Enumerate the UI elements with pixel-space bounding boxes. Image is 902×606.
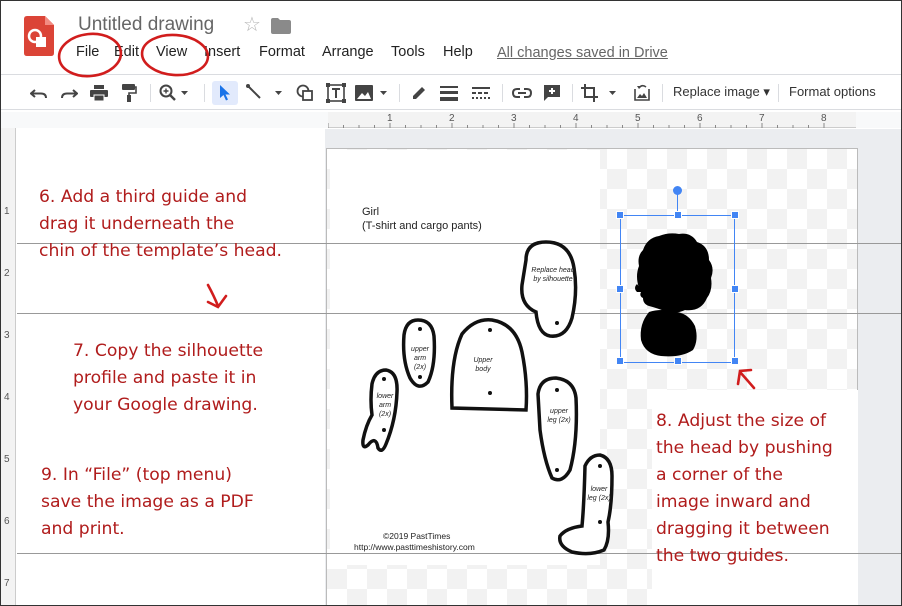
ruler-left-6: 6 [4, 516, 10, 527]
comment-icon[interactable] [540, 81, 564, 105]
line-weight-icon[interactable] [438, 81, 460, 105]
toolbar: Replace image ▾ Format options [0, 74, 902, 110]
template-title: Girl [362, 206, 380, 218]
step8-line6: the two guides. [656, 546, 789, 566]
label-head: Replace head by silhouette [531, 267, 575, 283]
label-lower-arm: lower arm (2x) [376, 393, 394, 418]
menu-format[interactable]: Format [259, 44, 305, 60]
resize-handle-nw[interactable] [616, 211, 624, 219]
ruler-top-1: 1 [387, 113, 393, 124]
save-status-link[interactable]: All changes saved in Drive [497, 45, 668, 61]
ruler-left-5: 5 [4, 454, 10, 465]
line-dash-icon[interactable] [470, 81, 492, 105]
line-icon[interactable] [244, 81, 288, 105]
guide-line-2[interactable] [17, 313, 902, 314]
step8-line4: image inward and [656, 492, 811, 512]
menu-insert[interactable]: Insert [204, 44, 240, 60]
step9-line3: and print. [41, 519, 125, 539]
label-upper-leg: upper leg (2x) [547, 408, 571, 424]
ruler-top-3: 3 [511, 113, 517, 124]
ruler-top-4: 4 [573, 113, 579, 124]
shape-icon[interactable] [294, 81, 316, 105]
resize-handle-se[interactable] [731, 357, 739, 365]
ruler-top-7: 7 [759, 113, 765, 124]
reset-image-icon[interactable] [630, 81, 654, 105]
star-icon[interactable]: ☆ [243, 12, 261, 37]
step9-line1: 9. In “File” (top menu) [41, 465, 232, 485]
step6-line3: chin of the template’s head. [39, 241, 283, 261]
step6-line1: 6. Add a third guide and [39, 187, 248, 207]
ruler-left-7: 7 [4, 578, 10, 589]
step7-line1: 7. Copy the silhouette [73, 341, 264, 361]
print-icon[interactable] [88, 81, 110, 105]
replace-image-button[interactable]: Replace image ▾ [673, 84, 770, 100]
ruler-top-5: 5 [635, 113, 641, 124]
document-title[interactable]: Untitled drawing [78, 14, 214, 36]
zoom-icon[interactable] [158, 81, 192, 105]
step6-line2: drag it underneath the [39, 214, 235, 234]
resize-handle-n[interactable] [674, 211, 682, 219]
pen-icon[interactable] [408, 81, 430, 105]
folder-icon[interactable] [271, 18, 291, 34]
menu-help[interactable]: Help [443, 44, 473, 60]
resize-handle-e[interactable] [731, 285, 739, 293]
label-lower-leg: lower leg (2x) [587, 486, 611, 502]
horizontal-ruler[interactable]: 1 2 3 4 5 6 7 8 [328, 112, 856, 128]
undo-icon[interactable] [28, 81, 50, 105]
format-options-button[interactable]: Format options [789, 84, 876, 99]
ruler-top-2: 2 [449, 113, 455, 124]
ruler-top-6: 6 [697, 113, 703, 124]
resize-handle-sw[interactable] [616, 357, 624, 365]
step7-note: 7. Copy the silhouette profile and paste… [73, 338, 263, 419]
ruler-left-1: 1 [4, 206, 10, 217]
crop-icon[interactable] [580, 81, 622, 105]
paint-format-icon[interactable] [118, 81, 140, 105]
label-upper-body: Upper body [473, 357, 493, 373]
step9-line2: save the image as a PDF [41, 492, 254, 512]
step9-note: 9. In “File” (top menu) save the image a… [41, 462, 254, 543]
vertical-ruler[interactable]: 1 2 3 4 5 6 7 [0, 128, 16, 606]
template-url: http://www.pasttimeshistory.com [354, 542, 475, 552]
menu-tools[interactable]: Tools [391, 44, 425, 60]
step7-line3: your Google drawing. [73, 395, 258, 415]
resize-handle-w[interactable] [616, 285, 624, 293]
ruler-left-4: 4 [4, 392, 10, 403]
ruler-left-2: 2 [4, 268, 10, 279]
step8-line1: 8. Adjust the size of [656, 411, 827, 431]
step8-line5: dragging it between [656, 519, 830, 539]
silhouette-image[interactable] [616, 211, 739, 365]
menu-file[interactable]: File [76, 44, 99, 60]
step7-line2: profile and paste it in [73, 368, 257, 388]
step8-note: 8. Adjust the size of the head by pushin… [656, 408, 833, 570]
step8-line3: a corner of the [656, 465, 783, 485]
label-upper-arm: upper arm (2x) [411, 346, 429, 371]
step6-note: 6. Add a third guide and drag it underne… [39, 184, 282, 265]
ruler-top-8: 8 [821, 113, 827, 124]
select-icon[interactable] [212, 81, 238, 105]
step8-line2: the head by pushing [656, 438, 833, 458]
menu-view[interactable]: View [156, 44, 187, 60]
link-icon[interactable] [510, 81, 534, 105]
google-drawings-icon[interactable] [24, 16, 54, 56]
rotate-handle[interactable] [673, 186, 682, 195]
resize-handle-s[interactable] [674, 357, 682, 365]
menu-edit[interactable]: Edit [114, 44, 139, 60]
template-subtitle: (T-shirt and cargo pants) [362, 220, 482, 232]
redo-icon[interactable] [58, 81, 80, 105]
image-icon[interactable] [354, 81, 392, 105]
text-box-icon[interactable] [324, 81, 348, 105]
resize-handle-ne[interactable] [731, 211, 739, 219]
menu-arrange[interactable]: Arrange [322, 44, 374, 60]
ruler-left-3: 3 [4, 330, 10, 341]
